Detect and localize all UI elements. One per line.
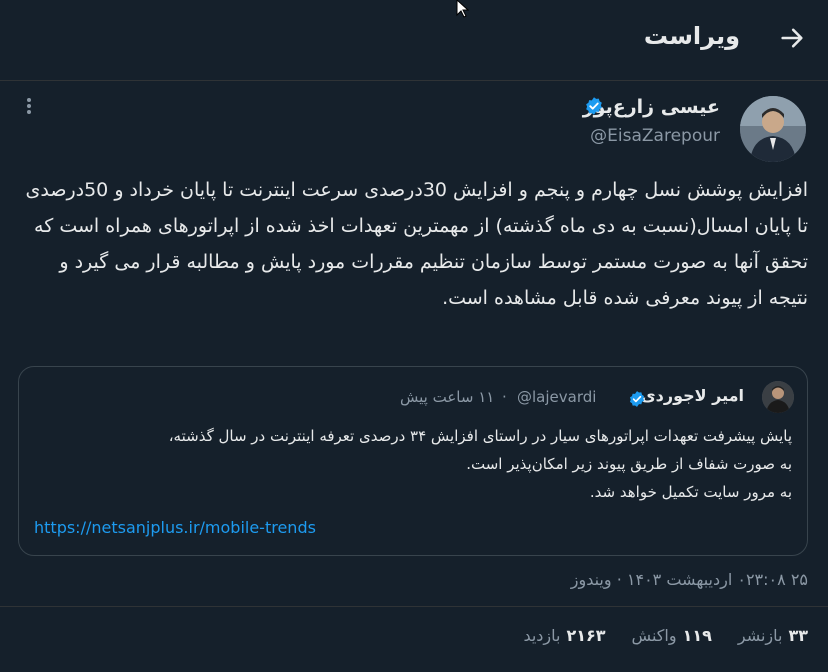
author-avatar[interactable]: [740, 96, 806, 162]
reactions-count: ۱۱۹: [682, 626, 712, 645]
avatar-image: [740, 96, 806, 162]
tweet-stats: ۳۳ بازنشر ۱۱۹ واکنش ۲۱۶۳ بازدید: [523, 626, 808, 650]
quote-avatar-image: [762, 381, 794, 413]
mouse-cursor-icon: [456, 0, 470, 18]
reposts-stat[interactable]: ۳۳ بازنشر: [738, 626, 808, 650]
quote-timestamp[interactable]: ۱۱ ساعت پیش: [400, 388, 494, 406]
quote-author-handle[interactable]: @lajevardi: [517, 388, 596, 406]
reposts-count: ۳۳: [788, 626, 808, 645]
top-bar: ویراست: [0, 0, 828, 80]
tweet-text: افزایش پوشش نسل چهارم و پنجم و افزایش 30…: [25, 179, 808, 309]
quote-text-line: پایش پیشرفت تعهدات اپراتورهای سیار در را…: [168, 427, 792, 445]
stats-divider: [0, 606, 828, 607]
reposts-label: بازنشر: [737, 626, 783, 645]
quote-link[interactable]: https://netsanjplus.ir/mobile-trends: [34, 518, 316, 537]
quote-separator: ·: [502, 388, 507, 406]
quote-text: پایش پیشرفت تعهدات اپراتورهای سیار در را…: [32, 422, 792, 506]
reactions-stat[interactable]: ۱۱۹ واکنش: [632, 626, 712, 650]
arrow-right-icon[interactable]: [778, 24, 806, 52]
quote-author-name[interactable]: امیر لاجوردی: [641, 386, 744, 405]
page-title: ویراست: [643, 22, 740, 50]
header-divider: [0, 80, 828, 81]
reactions-label: واکنش: [631, 626, 677, 645]
tweet-timestamp-source[interactable]: ۲۵ ۰۲۳:۰۸ اردیبهشت ۱۴۰۳ · ویندوز: [571, 570, 808, 589]
verified-badge-icon: [586, 97, 602, 115]
quote-text-line: به صورت شفاف از طریق پیوند زیر امکان‌پذی…: [466, 455, 792, 473]
author-handle[interactable]: @EisaZarepour: [590, 126, 720, 146]
quote-verified-badge-icon: [629, 391, 645, 407]
more-options-icon[interactable]: [22, 96, 36, 116]
quote-text-line: به مرور سایت تکمیل خواهد شد.: [589, 483, 792, 501]
views-count: ۲۱۶۳: [566, 626, 606, 645]
quote-author-avatar[interactable]: [762, 381, 794, 413]
views-label: بازدید: [523, 626, 561, 645]
views-stat[interactable]: ۲۱۶۳ بازدید: [523, 626, 605, 650]
